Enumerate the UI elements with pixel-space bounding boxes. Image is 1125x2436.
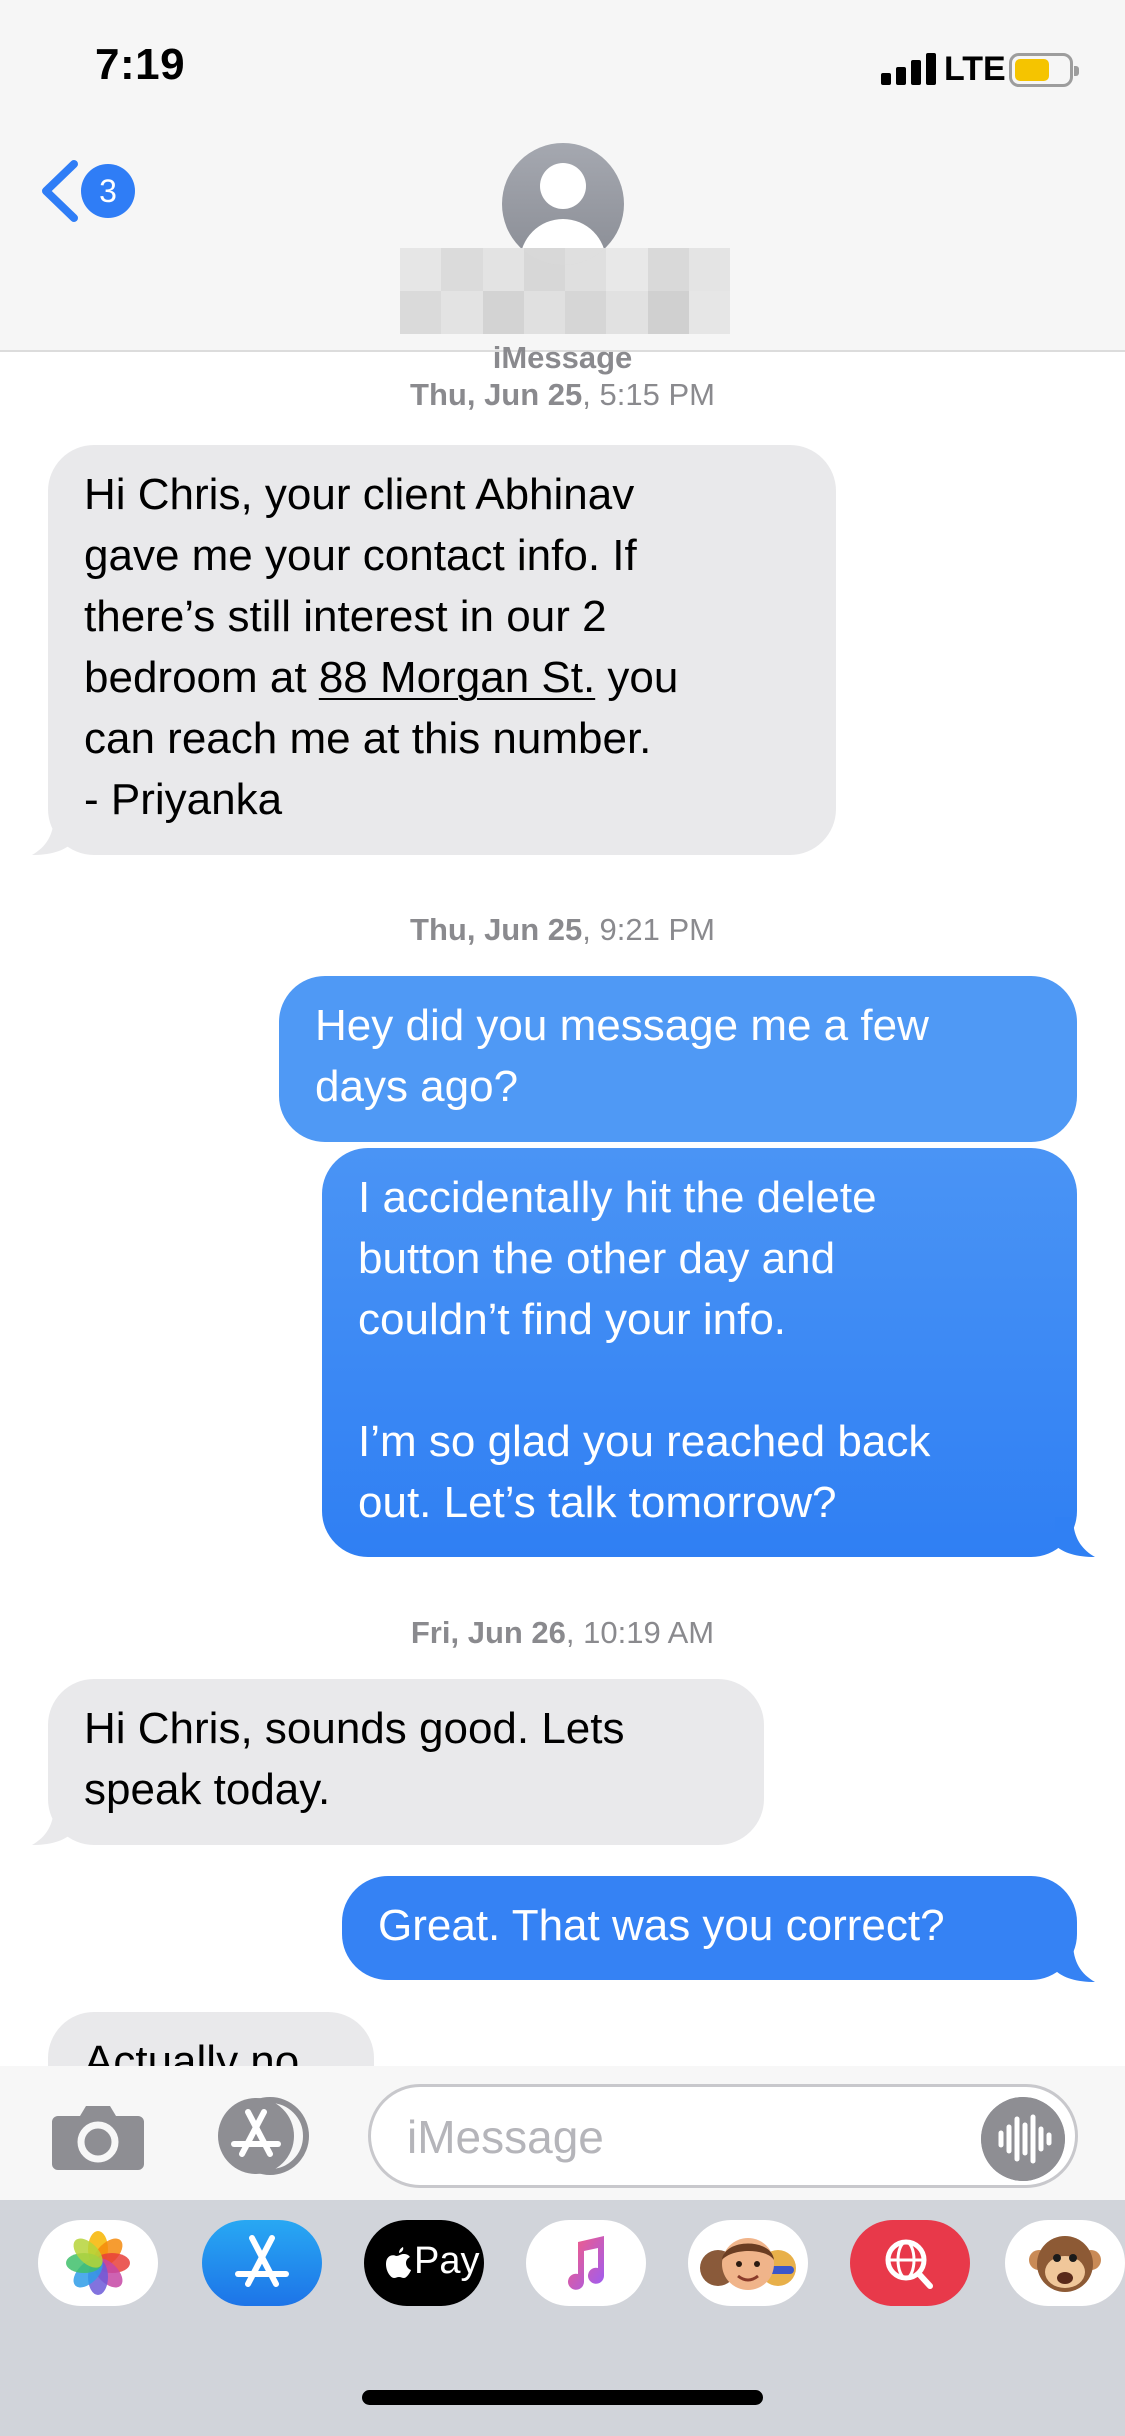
sent-message[interactable]: I accidentally hit the delete button the… [322, 1148, 1077, 1557]
image-search-app[interactable] [850, 2220, 970, 2306]
imessage-app-drawer: Pay [0, 2200, 1125, 2436]
network-type: LTE [944, 50, 1006, 88]
conversation-header: 7:19 LTE 3 [0, 0, 1125, 352]
contact-avatar[interactable] [502, 143, 624, 265]
photos-icon [66, 2231, 130, 2295]
bubble-tail [1055, 1942, 1095, 1982]
memoji-app[interactable] [688, 2220, 808, 2306]
web-images-search-icon [885, 2239, 933, 2289]
music-app[interactable] [526, 2220, 646, 2306]
message-input[interactable] [407, 2109, 967, 2165]
memoji-icon [700, 2238, 796, 2290]
status-time: 7:19 [95, 40, 186, 89]
animoji-icon [1029, 2236, 1101, 2292]
app-store-icon [235, 2235, 289, 2287]
address-link[interactable]: 88 Morgan St. [319, 653, 595, 702]
photos-app[interactable] [38, 2220, 158, 2306]
bubble-tail [1055, 1517, 1095, 1557]
camera-icon[interactable] [50, 2102, 146, 2170]
service-label: iMessage [492, 340, 633, 375]
received-message[interactable]: Hi Chris, your client Abhinav gave me yo… [48, 445, 836, 855]
apple-pay-app[interactable]: Pay [364, 2220, 484, 2306]
received-message[interactable]: Hi Chris, sounds good. Lets speak today. [48, 1679, 764, 1845]
app-store-app[interactable] [202, 2220, 322, 2306]
apple-pay-label: Pay [414, 2240, 480, 2282]
audio-message-icon[interactable] [981, 2097, 1065, 2181]
timestamp-3: Fri, Jun 26, 10:19 AM [410, 1615, 715, 1650]
timestamp-2: Thu, Jun 25, 9:21 PM [410, 912, 715, 947]
message-input-field[interactable] [368, 2084, 1078, 2188]
back-chevron-icon[interactable] [36, 158, 84, 224]
cellular-signal-icon [881, 53, 937, 85]
bubble-tail [32, 815, 72, 855]
app-store-apps-icon[interactable] [210, 2096, 316, 2176]
music-icon [568, 2236, 604, 2290]
unread-count-badge[interactable]: 3 [81, 164, 135, 218]
sent-message[interactable]: Great. That was you correct? [342, 1876, 1077, 1980]
timestamp-1: Thu, Jun 25, 5:15 PM [410, 377, 715, 412]
home-indicator[interactable] [362, 2390, 763, 2405]
bubble-tail [32, 1805, 72, 1845]
sent-message[interactable]: Hey did you message me a few days ago? [279, 976, 1077, 1142]
battery-icon [1009, 53, 1079, 87]
animoji-app[interactable] [1005, 2220, 1125, 2306]
compose-bar [0, 2066, 1125, 2200]
contact-name-redacted[interactable] [400, 248, 730, 334]
